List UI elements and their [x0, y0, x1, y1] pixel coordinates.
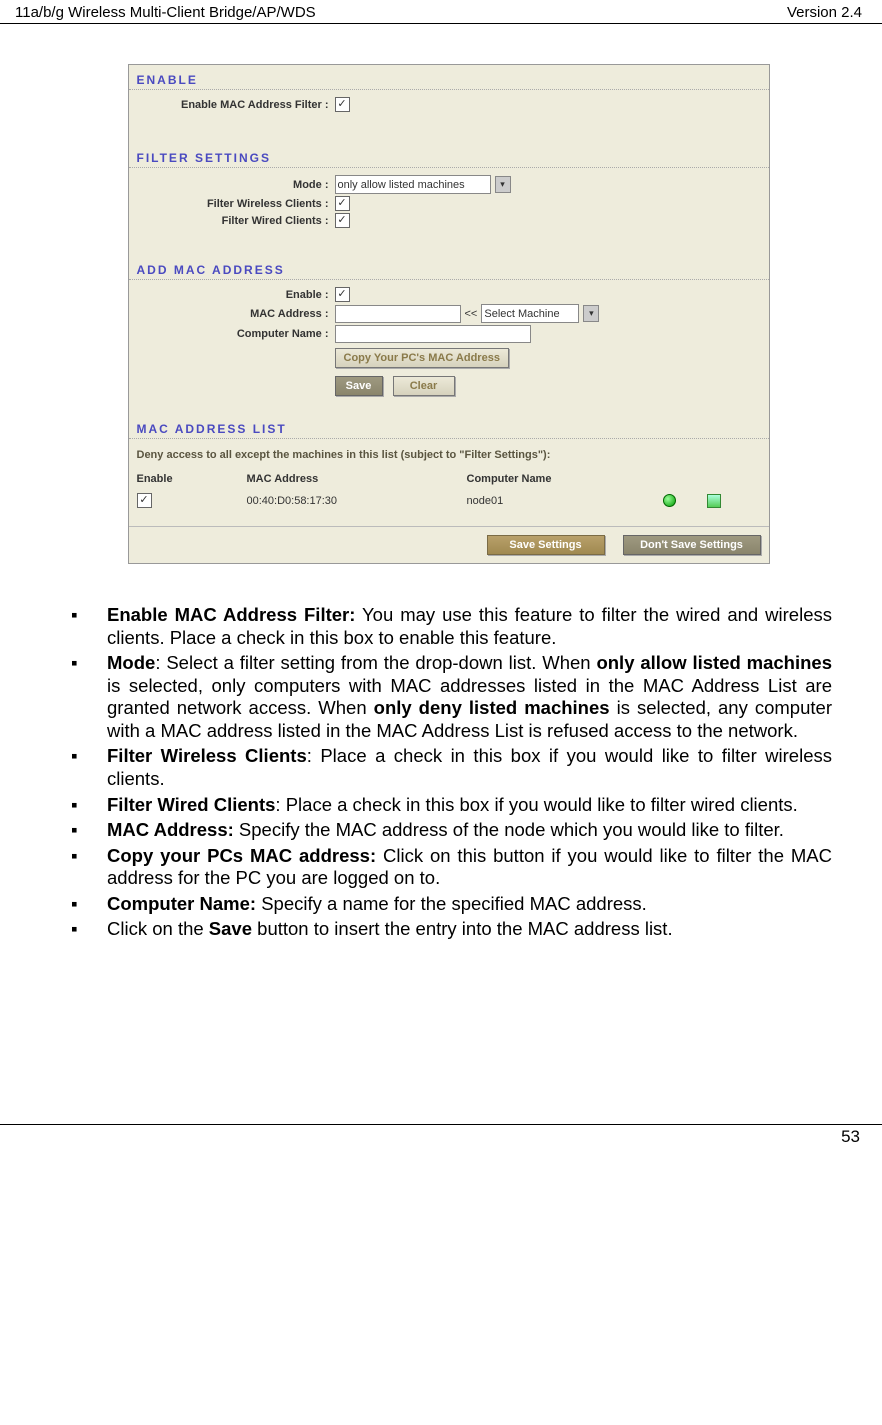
chevron-down-icon[interactable]: ▾	[495, 176, 511, 193]
description-list: ▪ Enable MAC Address Filter: You may use…	[65, 604, 832, 941]
section-add-title: ADD MAC ADDRESS	[129, 255, 769, 280]
mode-select[interactable]: only allow listed machines	[335, 175, 491, 194]
enable-mac-filter-label: Enable MAC Address Filter :	[129, 99, 335, 111]
add-enable-label: Enable :	[129, 289, 335, 301]
row-mac: 00:40:D0:58:17:30	[247, 495, 467, 507]
mac-address-input[interactable]	[335, 305, 461, 323]
save-button[interactable]: Save	[335, 376, 383, 396]
select-machine-value: Select Machine	[484, 308, 559, 320]
mac-address-label: MAC Address :	[129, 308, 335, 320]
col-enable: Enable	[137, 473, 247, 485]
save-settings-button[interactable]: Save Settings	[487, 535, 605, 555]
select-machine-dropdown[interactable]: Select Machine	[481, 304, 579, 323]
clear-button[interactable]: Clear	[393, 376, 455, 396]
mac-gap-label: <<	[465, 308, 478, 320]
row-name: node01	[467, 495, 647, 507]
table-header: Enable MAC Address Computer Name	[129, 469, 769, 489]
list-item: ▪ Mode: Select a filter setting from the…	[65, 652, 832, 742]
filter-wireless-label: Filter Wireless Clients :	[129, 198, 335, 210]
filter-wireless-checkbox[interactable]: ✓	[335, 196, 350, 211]
chevron-down-icon[interactable]: ▾	[583, 305, 599, 322]
edit-icon[interactable]	[707, 494, 721, 508]
list-item: ▪ Copy your PCs MAC address: Click on th…	[65, 845, 832, 890]
computer-name-label: Computer Name :	[129, 328, 335, 340]
list-item: ▪ Enable MAC Address Filter: You may use…	[65, 604, 832, 649]
filter-wired-checkbox[interactable]: ✓	[335, 213, 350, 228]
list-item: ▪ Filter Wireless Clients: Place a check…	[65, 745, 832, 790]
page-header: 11a/b/g Wireless Multi-Client Bridge/AP/…	[0, 0, 882, 24]
section-filter-title: FILTER SETTINGS	[129, 143, 769, 168]
list-item: ▪ Click on the Save button to insert the…	[65, 918, 832, 941]
header-right: Version 2.4	[787, 4, 862, 21]
status-dot-icon[interactable]	[663, 494, 676, 507]
add-enable-checkbox[interactable]: ✓	[335, 287, 350, 302]
header-left: 11a/b/g Wireless Multi-Client Bridge/AP/…	[15, 4, 316, 21]
list-item: ▪ Computer Name: Specify a name for the …	[65, 893, 832, 916]
dont-save-settings-button[interactable]: Don't Save Settings	[623, 535, 761, 555]
mode-label: Mode :	[129, 179, 335, 191]
list-note: Deny access to all except the machines i…	[129, 445, 769, 469]
section-list-title: MAC ADDRESS LIST	[129, 414, 769, 439]
filter-wired-label: Filter Wired Clients :	[129, 215, 335, 227]
mode-select-value: only allow listed machines	[338, 179, 465, 191]
section-enable-title: ENABLE	[129, 65, 769, 90]
list-item: ▪ MAC Address: Specify the MAC address o…	[65, 819, 832, 842]
table-row: ✓ 00:40:D0:58:17:30 node01	[129, 489, 769, 522]
enable-mac-filter-checkbox[interactable]: ✓	[335, 97, 350, 112]
col-mac: MAC Address	[247, 473, 467, 485]
list-item: ▪ Filter Wired Clients: Place a check in…	[65, 794, 832, 817]
row-enable-checkbox[interactable]: ✓	[137, 493, 152, 508]
config-panel: ENABLE Enable MAC Address Filter : ✓ FIL…	[128, 64, 770, 564]
page-number: 53	[0, 1124, 882, 1155]
col-name: Computer Name	[467, 473, 647, 485]
copy-pc-mac-button[interactable]: Copy Your PC's MAC Address	[335, 348, 509, 368]
computer-name-input[interactable]	[335, 325, 531, 343]
